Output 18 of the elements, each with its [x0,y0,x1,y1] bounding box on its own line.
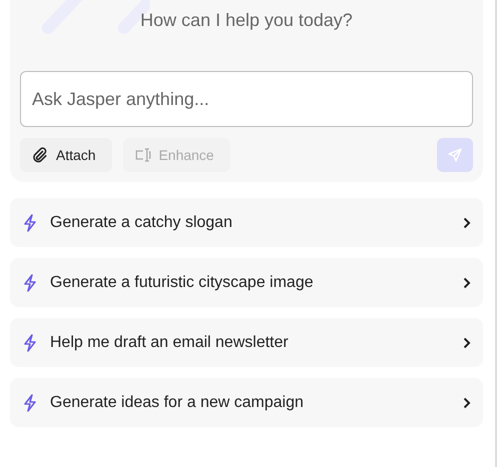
suggestion-item[interactable]: Generate a catchy slogan [10,198,483,247]
greeting: How can I help you today? [140,10,353,31]
send-icon [447,147,463,163]
paperclip-icon [32,147,48,163]
attach-button[interactable]: Attach [20,138,112,172]
suggestion-item[interactable]: Generate a futuristic cityscape image [10,258,483,307]
chevron-right-icon [463,276,471,288]
suggestion-item[interactable]: Help me draft an email newsletter [10,318,483,367]
lightning-icon [22,274,38,292]
chevron-right-icon [463,336,471,348]
lightning-icon [22,394,38,412]
chevron-right-icon [463,396,471,408]
text-cursor-icon [134,148,151,162]
lightning-icon [22,214,38,232]
prompt-field[interactable]: Ask Jasper anything... [20,71,473,127]
chevron-right-icon [463,216,471,228]
lightning-icon [22,334,38,352]
suggestion-item[interactable]: Generate ideas for a new campaign [10,378,483,427]
